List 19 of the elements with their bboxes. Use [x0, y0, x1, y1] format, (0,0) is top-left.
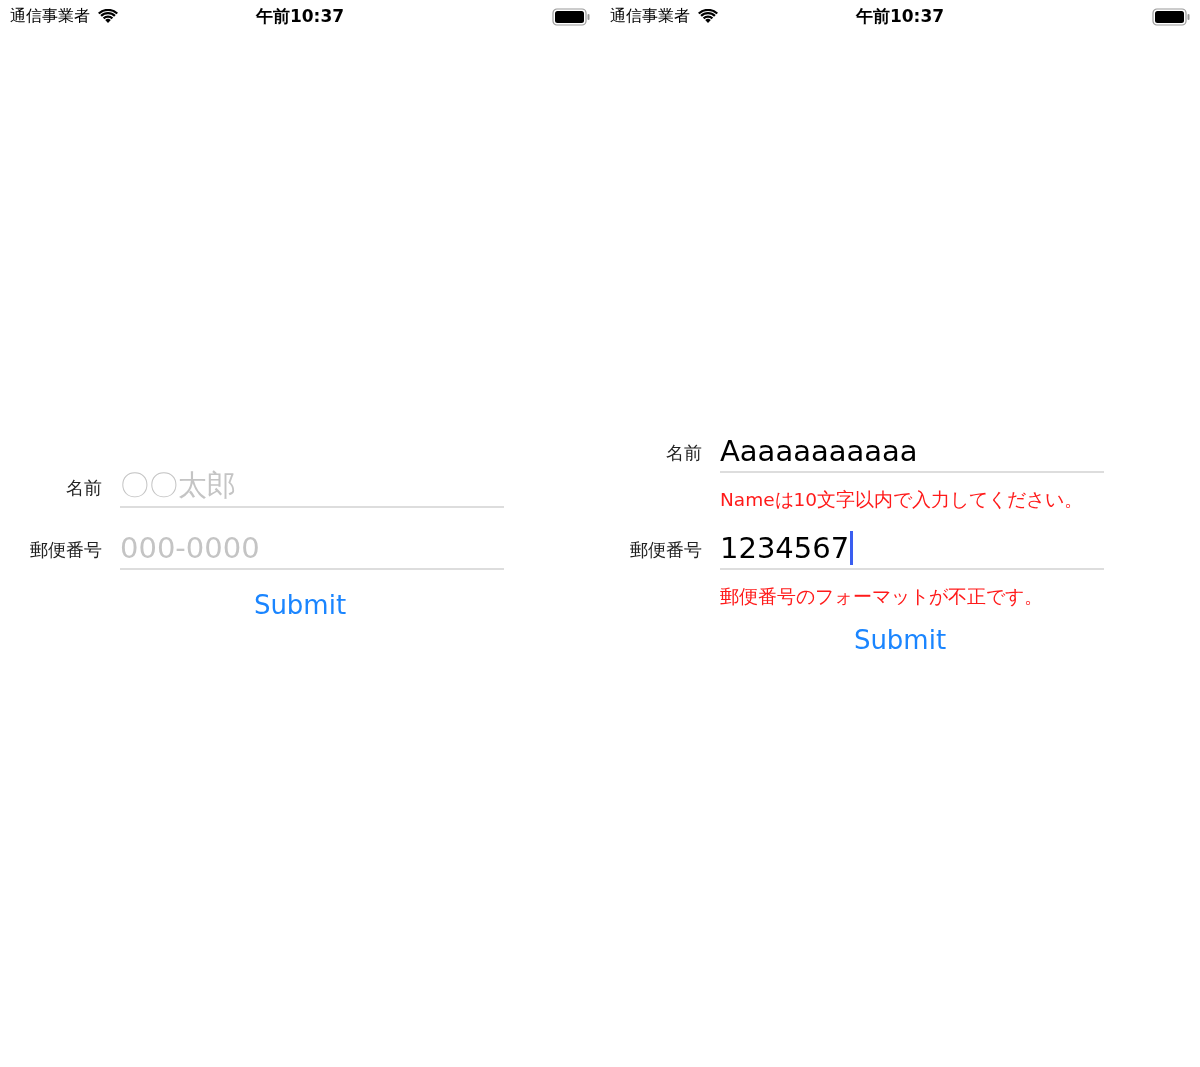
field-label: 郵便番号: [29, 538, 103, 562]
submit-button[interactable]: Submit: [847, 621, 953, 659]
error-message: 郵便番号のフォーマットが不正です。: [719, 585, 1044, 609]
battery-icon: [552, 7, 590, 26]
input-field[interactable]: Aaaaaaaaaaa: [720, 431, 1104, 473]
submit-button[interactable]: Submit: [247, 586, 353, 624]
field-label: 名前: [665, 441, 703, 465]
error-message: Nameは10文字以内で入力してください。: [719, 488, 1085, 512]
input-field[interactable]: 1234567: [720, 528, 1104, 570]
field-label: 名前: [65, 476, 103, 500]
wifi-icon: [98, 9, 118, 24]
field-label: 郵便番号: [629, 538, 703, 562]
clock-time: 午前10:37: [855, 5, 945, 28]
input-field[interactable]: 〇〇太郎: [120, 466, 504, 508]
carrier-name: 通信事業者: [10, 6, 90, 27]
clock-time: 午前10:37: [255, 5, 345, 28]
battery-icon: [1152, 7, 1190, 26]
carrier-name: 通信事業者: [610, 6, 690, 27]
wifi-icon: [698, 9, 718, 24]
